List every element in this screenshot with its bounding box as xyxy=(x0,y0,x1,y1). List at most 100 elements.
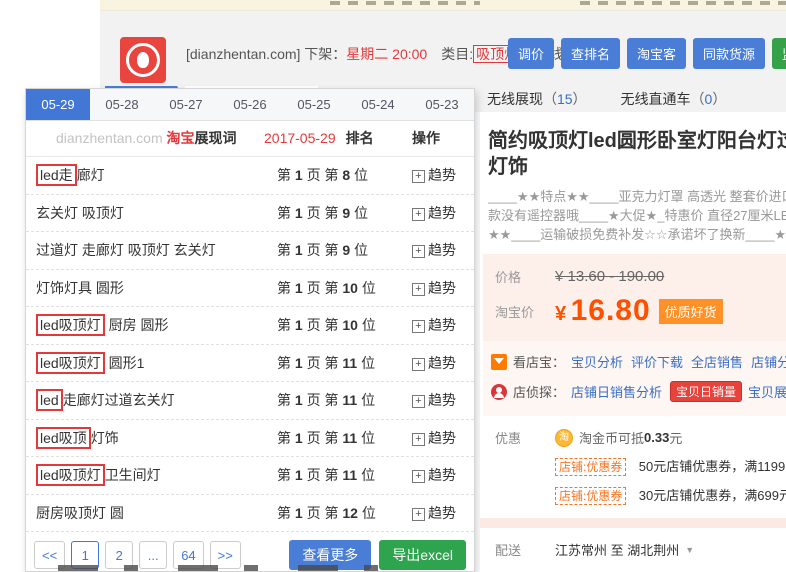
date-tab[interactable]: 05-29 xyxy=(26,89,90,120)
date-tab[interactable]: 05-27 xyxy=(154,89,218,120)
keyword-cell: led吸顶灯 圆形1 xyxy=(26,345,252,382)
trend-link[interactable]: +趋势 xyxy=(412,157,474,194)
date-tab[interactable]: 05-23 xyxy=(410,89,474,120)
display-tab[interactable]: 无线展现（15） xyxy=(474,86,600,112)
header-action-button[interactable]: 淘宝客 xyxy=(627,38,686,69)
report-date: 2017-05-29 xyxy=(264,130,336,146)
coupon-tag: 店铺:优惠券 xyxy=(555,458,626,476)
current-price: ¥ 16.80 xyxy=(555,294,651,328)
clipped-text-fragment xyxy=(580,1,786,5)
trend-link[interactable]: +趋势 xyxy=(412,457,474,494)
tool-link[interactable]: 店铺分析 xyxy=(751,352,786,371)
rank-cell: 第 1 页 第 10 位 xyxy=(252,270,412,307)
price-label: 价格 xyxy=(495,267,555,286)
rank-cell: 第 1 页 第 11 位 xyxy=(252,457,412,494)
taojinbi-row: 淘 淘金币可抵0.33元 xyxy=(555,428,786,447)
keyword-rank-popup: 05-29 05-28 05-27 05-26 05-25 05-24 05-2… xyxy=(25,88,475,572)
display-tab[interactable]: 无线直通车（0） xyxy=(608,86,740,112)
table-row: led走廊灯 第 1 页 第 8 位 +趋势 xyxy=(26,157,474,195)
keyword-cell: 厨房吸顶灯 圆 xyxy=(26,495,252,532)
rank-column-header: 2017-05-29排名 xyxy=(252,121,412,156)
price-box: 价格 ¥ 13.60 - 190.00 淘宝价 ¥ 16.80 优质好货 xyxy=(483,254,786,341)
keyword-cell: led吸顶灯饰 xyxy=(26,420,252,457)
trend-link[interactable]: +趋势 xyxy=(412,232,474,269)
section-divider xyxy=(480,518,786,528)
keyword-highlight: led吸顶灯 xyxy=(36,314,105,336)
coupon-row: 店铺:优惠券 30元店铺优惠券，满699元 xyxy=(555,485,786,505)
trend-link[interactable]: +趋势 xyxy=(412,345,474,382)
date-tab[interactable]: 05-24 xyxy=(346,89,410,120)
product-title: 简约吸顶灯led圆形卧室灯阳台灯过道走 灯饰 xyxy=(480,112,786,180)
date-tab[interactable]: 05-28 xyxy=(90,89,154,120)
chevron-down-icon[interactable]: ▼ xyxy=(685,545,694,555)
date-tab[interactable]: 05-25 xyxy=(282,89,346,120)
keyword-text: 灯饰灯具 圆形 xyxy=(36,280,124,296)
trend-link[interactable]: +趋势 xyxy=(412,195,474,232)
quality-badge: 优质好货 xyxy=(659,299,723,324)
plus-square-icon: + xyxy=(412,433,425,446)
plus-square-icon: + xyxy=(412,320,425,333)
category-label: 类目: xyxy=(441,46,473,62)
tool-link[interactable]: 宝贝展现词 xyxy=(748,382,786,401)
keyword-cell: 灯饰灯具 圆形 xyxy=(26,270,252,307)
dianzhentan-row: 店侦探： 店铺日销售分析 宝贝日销量 宝贝展现词 xyxy=(491,381,786,402)
product-panel: 简约吸顶灯led圆形卧室灯阳台灯过道走 灯饰 ____★★特点★★____亚克力… xyxy=(480,112,786,572)
keyword-highlight: led吸顶 xyxy=(36,427,91,449)
product-title-line2: 灯饰 xyxy=(488,154,786,180)
rank-cell: 第 1 页 第 11 位 xyxy=(252,420,412,457)
delivery-label: 配送 xyxy=(495,540,555,559)
product-description: ____★★特点★★____亚克力灯罩 高透光 整套价进口芯 款没有遥控器哦__… xyxy=(480,180,786,244)
header-action-button[interactable]: 监控此店铺 xyxy=(772,38,786,69)
date-tab[interactable]: 05-26 xyxy=(218,89,282,120)
keyword-text: 灯饰 xyxy=(91,430,119,446)
table-row: led吸顶灯 圆形1 第 1 页 第 11 位 +趋势 xyxy=(26,345,474,383)
tool-link[interactable]: 全店销售 xyxy=(691,352,743,371)
keyword-text: 过道灯 走廊灯 吸顶灯 玄关灯 xyxy=(36,242,216,258)
rank-cell: 第 1 页 第 12 位 xyxy=(252,495,412,532)
keyword-cell: led走廊灯 xyxy=(26,157,252,194)
table-row: 玄关灯 吸顶灯 第 1 页 第 9 位 +趋势 xyxy=(26,195,474,233)
keyword-text: 玄关灯 吸顶灯 xyxy=(36,205,124,221)
keyword-highlight: led吸顶灯 xyxy=(36,352,105,374)
keyword-text: 走廊灯过道玄关灯 xyxy=(63,392,175,408)
action-column-header: 操作 xyxy=(412,121,474,156)
delivery-section: 配送 江苏常州 至 湖北荆州 ▼ xyxy=(480,528,786,559)
trend-link[interactable]: +趋势 xyxy=(412,270,474,307)
tool-link[interactable]: 评价下载 xyxy=(631,352,683,371)
plus-square-icon: + xyxy=(412,508,425,521)
trend-link[interactable]: +趋势 xyxy=(412,382,474,419)
table-row: led吸顶灯饰 第 1 页 第 11 位 +趋势 xyxy=(26,420,474,458)
rank-cell: 第 1 页 第 9 位 xyxy=(252,195,412,232)
rank-cell: 第 1 页 第 11 位 xyxy=(252,345,412,382)
plus-square-icon: + xyxy=(412,245,425,258)
tool-link[interactable]: 店铺日销售分析 xyxy=(571,382,662,401)
header-actions: 调价 查排名 淘宝客 同款货源 监控此店铺 xyxy=(508,38,786,69)
header-action-button[interactable]: 调价 xyxy=(508,38,554,69)
keyword-text: 卫生间灯 xyxy=(105,467,161,483)
trend-link[interactable]: +趋势 xyxy=(412,307,474,344)
offshelf-value: 星期二 20:00 xyxy=(346,46,427,62)
site-name: [dianzhentan.com] xyxy=(186,46,300,62)
trend-link[interactable]: +趋势 xyxy=(412,420,474,457)
plus-square-icon: + xyxy=(412,395,425,408)
table-row: led吸顶灯卫生间灯 第 1 页 第 11 位 +趋势 xyxy=(26,457,474,495)
table-row: 过道灯 走廊灯 吸顶灯 玄关灯 第 1 页 第 9 位 +趋势 xyxy=(26,232,474,270)
keyword-highlight: led吸顶灯 xyxy=(36,464,105,486)
trend-link[interactable]: +趋势 xyxy=(412,495,474,532)
keyword-cell: led吸顶灯卫生间灯 xyxy=(26,457,252,494)
header-action-button[interactable]: 同款货源 xyxy=(693,38,765,69)
keyword-column-header: dianzhentan.com 淘宝展现词 xyxy=(26,121,252,156)
tool-link[interactable]: 宝贝分析 xyxy=(571,352,623,371)
header-action-button[interactable]: 查排名 xyxy=(561,38,620,69)
description-line: ____★★特点★★____亚克力灯罩 高透光 整套价进口芯 xyxy=(488,187,786,206)
delivery-route-select[interactable]: 江苏常州 至 湖北荆州 xyxy=(555,540,679,559)
rank-cell: 第 1 页 第 9 位 xyxy=(252,232,412,269)
keyword-cell: led走廊灯过道玄关灯 xyxy=(26,382,252,419)
product-title-line1: 简约吸顶灯led圆形卧室灯阳台灯过道走 xyxy=(488,128,786,154)
coupon-tag: 店铺:优惠券 xyxy=(555,487,626,505)
daily-sales-badge[interactable]: 宝贝日销量 xyxy=(670,381,742,402)
description-line: 款没有遥控器哦____★大促★_特惠价 直径27厘米LED12 xyxy=(488,206,786,225)
keyword-table: led走廊灯 第 1 页 第 8 位 +趋势 玄关灯 吸顶灯 第 1 页 第 9… xyxy=(26,157,474,532)
kandianbao-row: 看店宝： 宝贝分析 评价下载 全店销售 店铺分析 xyxy=(491,352,786,371)
tool-links: 看店宝： 宝贝分析 评价下载 全店销售 店铺分析 店侦探： 店铺日销售分析 宝贝… xyxy=(483,341,786,416)
